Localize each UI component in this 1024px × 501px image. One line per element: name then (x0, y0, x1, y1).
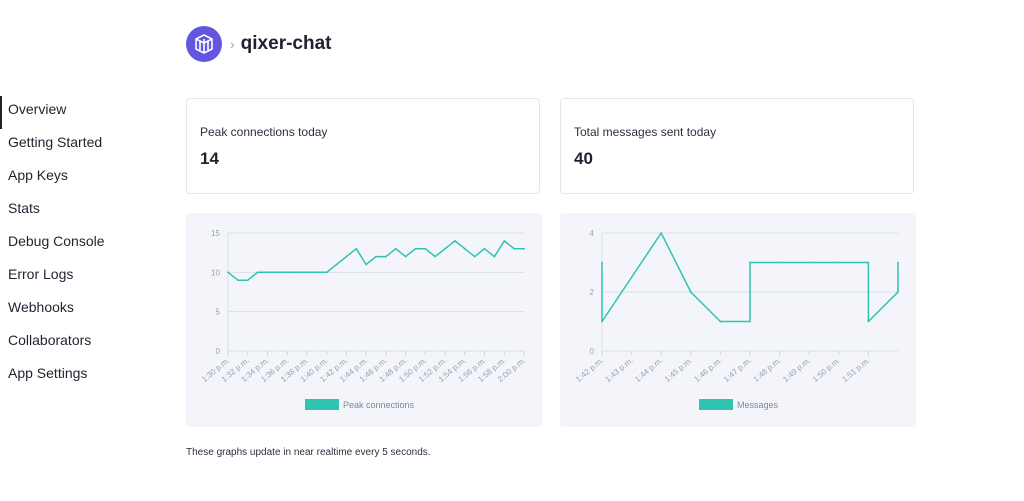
y-tick-label: 15 (211, 229, 220, 238)
data-point (719, 320, 722, 323)
data-point (463, 247, 466, 250)
data-point (837, 261, 840, 264)
data-point (503, 239, 506, 242)
app-name[interactable]: qixer-chat (241, 33, 332, 55)
data-point (325, 271, 328, 274)
data-point (227, 271, 229, 274)
legend-swatch (699, 399, 733, 410)
data-point (246, 279, 249, 282)
y-tick-label: 4 (590, 229, 595, 238)
messages-chart: 0 2 4 1:42 p.m. 1:43 p.m. 1:44 p.m. 1:45 p.m. 1… (560, 213, 916, 427)
sidebar-item-stats[interactable]: Stats (0, 195, 150, 228)
sidebar-item-debug-console[interactable]: Debug Console (0, 228, 150, 261)
realtime-note: These graphs update in near realtime eve… (186, 447, 431, 458)
data-point (897, 291, 899, 293)
sidebar-item-app-keys[interactable]: App Keys (0, 162, 150, 195)
data-point (601, 320, 603, 323)
y-tick-label: 2 (590, 288, 595, 297)
sidebar-item-overview[interactable]: Overview (0, 96, 150, 129)
data-point (444, 247, 446, 250)
sidebar-nav: Overview Getting Started App Keys Stats … (0, 96, 150, 393)
sidebar-item-app-settings[interactable]: App Settings (0, 360, 150, 393)
y-tick-label: 5 (216, 308, 221, 317)
x-tick-label: 1:42 p.m. (574, 356, 605, 384)
data-point (473, 255, 476, 258)
sidebar-item-getting-started[interactable]: Getting Started (0, 129, 150, 162)
data-point (513, 247, 516, 250)
data-point (867, 261, 870, 264)
data-point (660, 232, 663, 234)
data-point (749, 320, 751, 323)
x-tick-label: 1:50 p.m. (811, 356, 842, 384)
data-point (276, 271, 279, 274)
x-tick-label: 1:45 p.m. (663, 356, 694, 384)
data-point (315, 271, 318, 274)
data-point (483, 247, 486, 250)
data-point (375, 255, 377, 258)
data-point (689, 291, 692, 293)
peak-connections-chart: 0 5 10 15 1:30 p.m. 1:32 p.m. 1:34 p.m. 1:36 p.… (186, 213, 542, 427)
data-point (414, 247, 417, 250)
messages-chart-svg: 0241:42 p.m.1:43 p.m.1:44 p.m.1:45 p.m.1… (574, 229, 899, 410)
stacked-layers-icon[interactable] (186, 26, 222, 62)
data-point (523, 247, 525, 250)
chevron-right-icon: › (230, 36, 235, 52)
total-messages-card: Total messages sent today 40 (560, 98, 914, 194)
sidebar-item-error-logs[interactable]: Error Logs (0, 261, 150, 294)
data-point (335, 263, 338, 266)
x-tick-label: 1:51 p.m. (840, 356, 871, 384)
data-point (394, 247, 397, 250)
peak-connections-label: Peak connections today (200, 125, 328, 139)
x-tick-label: 1:49 p.m. (781, 356, 812, 384)
peak-connections-value: 14 (200, 149, 219, 168)
legend-label: Peak connections (343, 400, 415, 410)
data-point (236, 279, 239, 282)
x-tick-label: 1:43 p.m. (604, 356, 635, 384)
data-point (808, 261, 811, 264)
legend-swatch (305, 399, 339, 410)
y-tick-label: 0 (216, 347, 221, 356)
y-tick-label: 10 (211, 268, 220, 277)
y-tick-label: 0 (590, 347, 595, 356)
data-point (355, 247, 358, 250)
data-point (454, 239, 456, 242)
data-point (867, 320, 870, 323)
data-point (493, 255, 496, 258)
peak-connections-card: Peak connections today 14 (186, 98, 540, 194)
x-tick-label: 1:46 p.m. (692, 356, 723, 384)
peak-connections-chart-svg: 0510151:30 p.m.1:32 p.m.1:34 p.m.1:36 p.… (200, 229, 527, 410)
data-point (778, 261, 781, 264)
data-point (306, 271, 308, 274)
legend-label: Messages (737, 400, 779, 410)
sidebar-item-webhooks[interactable]: Webhooks (0, 294, 150, 327)
series-line-messages (601, 232, 899, 323)
x-tick-label: 1:48 p.m. (752, 356, 783, 384)
data-point (286, 271, 289, 274)
data-point (296, 271, 298, 274)
data-point (434, 255, 437, 258)
x-tick-label: 1:44 p.m. (633, 356, 664, 384)
data-point (601, 261, 603, 264)
data-point (404, 255, 407, 258)
data-point (365, 263, 368, 266)
total-messages-label: Total messages sent today (574, 125, 717, 139)
data-point (424, 247, 427, 250)
total-messages-value: 40 (574, 149, 593, 168)
series-line-peak-connections (227, 240, 524, 281)
data-point (749, 261, 751, 264)
x-tick-label: 1:47 p.m. (722, 356, 753, 384)
data-point (266, 271, 269, 274)
data-point (384, 255, 387, 258)
app-header: › qixer-chat (186, 24, 331, 64)
data-point (256, 271, 259, 274)
sidebar-item-collaborators[interactable]: Collaborators (0, 327, 150, 360)
data-point (897, 261, 899, 264)
data-point (345, 255, 348, 258)
